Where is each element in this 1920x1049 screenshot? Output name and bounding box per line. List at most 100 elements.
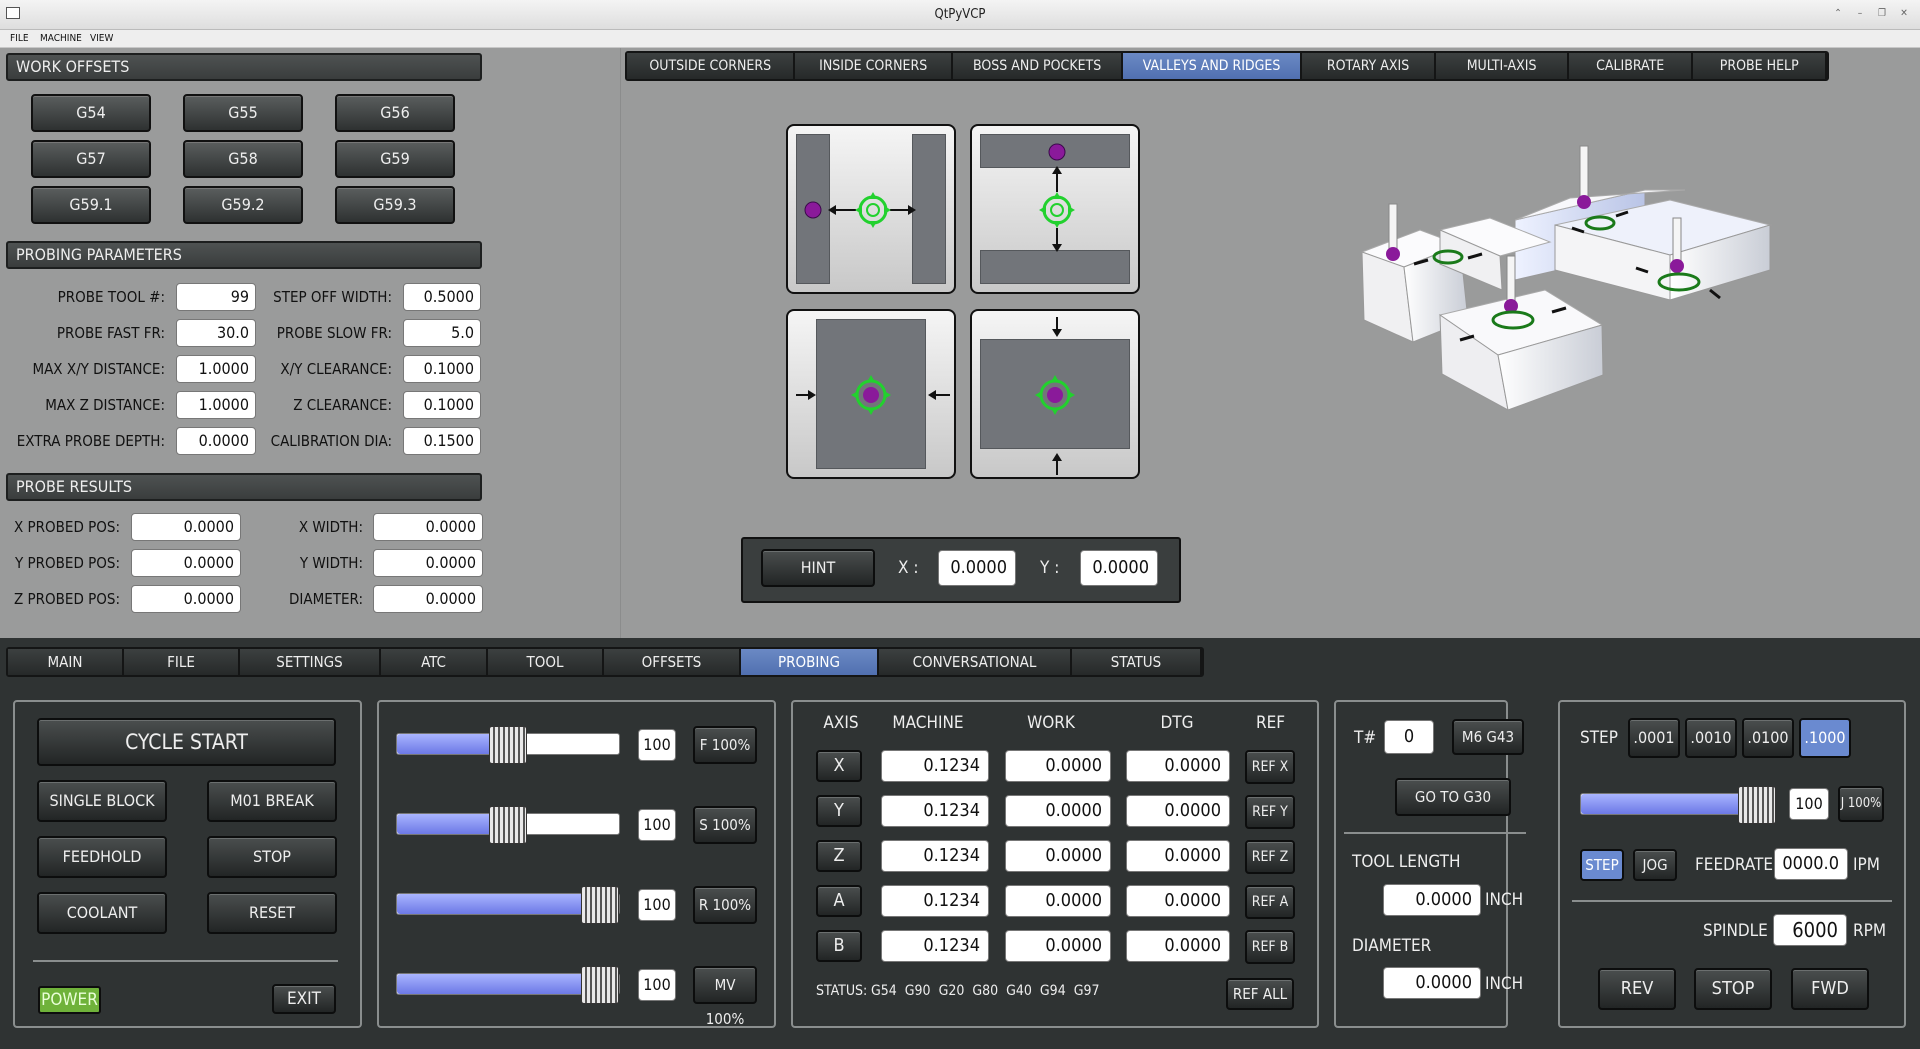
probe-tab-outside-corners[interactable]: OUTSIDE CORNERS	[627, 53, 796, 79]
offset-button-g56[interactable]: G56	[335, 94, 455, 132]
power-button[interactable]: POWER	[38, 986, 101, 1014]
step-button[interactable]: .0001	[1628, 718, 1680, 758]
axis-a-button[interactable]: A	[816, 885, 862, 917]
work-pos-field[interactable]: 0.0000	[1005, 840, 1111, 872]
keep-above-icon[interactable]: ⌃	[1830, 7, 1846, 21]
offset-button-g59-3[interactable]: G59.3	[335, 186, 455, 224]
ref-y-button[interactable]: REF Y	[1245, 795, 1295, 829]
jog-mode-button[interactable]: JOG	[1633, 849, 1677, 881]
override-slider[interactable]	[396, 806, 620, 844]
param-field[interactable]: 0.1000	[403, 391, 481, 419]
override-handle[interactable]	[489, 806, 527, 844]
override-handle[interactable]	[489, 726, 527, 764]
probe-tab-calibrate[interactable]: CALIBRATE	[1568, 53, 1694, 79]
override-handle[interactable]	[581, 886, 619, 924]
axis-x-button[interactable]: X	[816, 750, 862, 782]
param-field[interactable]: 1.0000	[176, 391, 256, 419]
ref-b-button[interactable]: REF B	[1245, 930, 1295, 964]
override-reset-button[interactable]: F 100%	[693, 726, 757, 764]
menu-file[interactable]: FILE	[10, 33, 29, 44]
menu-machine[interactable]: MACHINE	[40, 33, 82, 44]
override-value[interactable]: 100	[638, 729, 676, 761]
spindle-field[interactable]: 6000	[1773, 914, 1847, 946]
offset-button-g54[interactable]: G54	[31, 94, 151, 132]
m01-break-button[interactable]: M01 BREAK	[207, 780, 337, 822]
result-field[interactable]: 0.0000	[373, 513, 483, 541]
ref-x-button[interactable]: REF X	[1245, 750, 1295, 784]
m6-g43-button[interactable]: M6 G43	[1452, 719, 1524, 755]
maximize-icon[interactable]: ❐	[1874, 7, 1890, 21]
jog-reset-button[interactable]: J 100%	[1838, 786, 1884, 822]
jog-slider[interactable]	[1580, 786, 1777, 824]
offset-button-g58[interactable]: G58	[183, 140, 303, 178]
hint-x-field[interactable]: 0.0000	[938, 550, 1016, 586]
feedhold-button[interactable]: FEEDHOLD	[37, 836, 167, 878]
main-tab-status[interactable]: STATUS	[1072, 649, 1202, 675]
probe-tab-inside-corners[interactable]: INSIDE CORNERS	[795, 53, 953, 79]
main-tab-conversational[interactable]: CONVERSATIONAL	[879, 649, 1072, 675]
param-field[interactable]: 0.5000	[403, 283, 481, 311]
main-tab-atc[interactable]: ATC	[381, 649, 488, 675]
tool-number-field[interactable]: 0	[1384, 720, 1434, 754]
ref-z-button[interactable]: REF Z	[1245, 840, 1295, 874]
main-tab-file[interactable]: FILE	[124, 649, 240, 675]
param-field[interactable]: 5.0	[403, 319, 481, 347]
offset-button-g59[interactable]: G59	[335, 140, 455, 178]
jog-value-field[interactable]: 100	[1789, 788, 1829, 820]
override-slider[interactable]	[396, 966, 620, 1004]
param-field[interactable]: 0.0000	[176, 427, 256, 455]
menu-view[interactable]: VIEW	[90, 33, 113, 44]
minimize-icon[interactable]: –	[1852, 7, 1868, 21]
coolant-button[interactable]: COOLANT	[37, 892, 167, 934]
close-icon[interactable]: ✕	[1896, 7, 1912, 21]
jog-handle[interactable]	[1738, 786, 1777, 824]
probe-tab-valleys-and-ridges[interactable]: VALLEYS AND RIDGES	[1123, 53, 1302, 79]
param-field[interactable]: 0.1500	[403, 427, 481, 455]
axis-z-button[interactable]: Z	[816, 840, 862, 872]
ref-all-button[interactable]: REF ALL	[1226, 978, 1294, 1010]
cycle-start-button[interactable]: CYCLE START	[37, 718, 336, 766]
axis-y-button[interactable]: Y	[816, 795, 862, 827]
single-block-button[interactable]: SINGLE BLOCK	[37, 780, 167, 822]
override-value[interactable]: 100	[638, 809, 676, 841]
param-field[interactable]: 1.0000	[176, 355, 256, 383]
ref-a-button[interactable]: REF A	[1245, 885, 1295, 919]
main-tab-settings[interactable]: SETTINGS	[240, 649, 381, 675]
step-button[interactable]: .1000	[1799, 718, 1851, 758]
probe-tab-boss-and-pockets[interactable]: BOSS AND POCKETS	[952, 53, 1124, 79]
result-field[interactable]: 0.0000	[131, 513, 241, 541]
tool-length-field[interactable]: 0.0000	[1383, 884, 1481, 916]
hint-button[interactable]: HINT	[761, 549, 875, 587]
param-field[interactable]: 30.0	[176, 319, 256, 347]
step-button[interactable]: .0100	[1742, 718, 1794, 758]
spindle-rev-button[interactable]: REV	[1598, 968, 1676, 1010]
step-button[interactable]: .0010	[1685, 718, 1737, 758]
stop-button[interactable]: STOP	[207, 836, 337, 878]
work-pos-field[interactable]: 0.0000	[1005, 750, 1111, 782]
main-tab-probing[interactable]: PROBING	[741, 649, 879, 675]
param-field[interactable]: 99	[176, 283, 256, 311]
override-reset-button[interactable]: MV 100%	[693, 966, 757, 1028]
offset-button-g57[interactable]: G57	[31, 140, 151, 178]
override-slider[interactable]	[396, 886, 620, 924]
override-value[interactable]: 100	[638, 969, 676, 1001]
spindle-fwd-button[interactable]: FWD	[1791, 968, 1869, 1010]
probe-tab-probe-help[interactable]: PROBE HELP	[1693, 53, 1827, 79]
offset-button-g59-2[interactable]: G59.2	[183, 186, 303, 224]
override-handle[interactable]	[581, 966, 619, 1004]
result-field[interactable]: 0.0000	[373, 585, 483, 613]
step-mode-button[interactable]: STEP	[1580, 849, 1624, 881]
param-field[interactable]: 0.1000	[403, 355, 481, 383]
result-field[interactable]: 0.0000	[373, 549, 483, 577]
axis-b-button[interactable]: B	[816, 930, 862, 962]
override-reset-button[interactable]: S 100%	[693, 806, 757, 844]
valley-x-tile[interactable]	[786, 124, 956, 294]
valley-y-tile[interactable]	[970, 124, 1140, 294]
main-tab-offsets[interactable]: OFFSETS	[604, 649, 741, 675]
override-value[interactable]: 100	[638, 889, 676, 921]
offset-button-g59-1[interactable]: G59.1	[31, 186, 151, 224]
result-field[interactable]: 0.0000	[131, 549, 241, 577]
work-pos-field[interactable]: 0.0000	[1005, 795, 1111, 827]
diameter-field[interactable]: 0.0000	[1383, 967, 1481, 999]
exit-button[interactable]: EXIT	[272, 984, 336, 1014]
